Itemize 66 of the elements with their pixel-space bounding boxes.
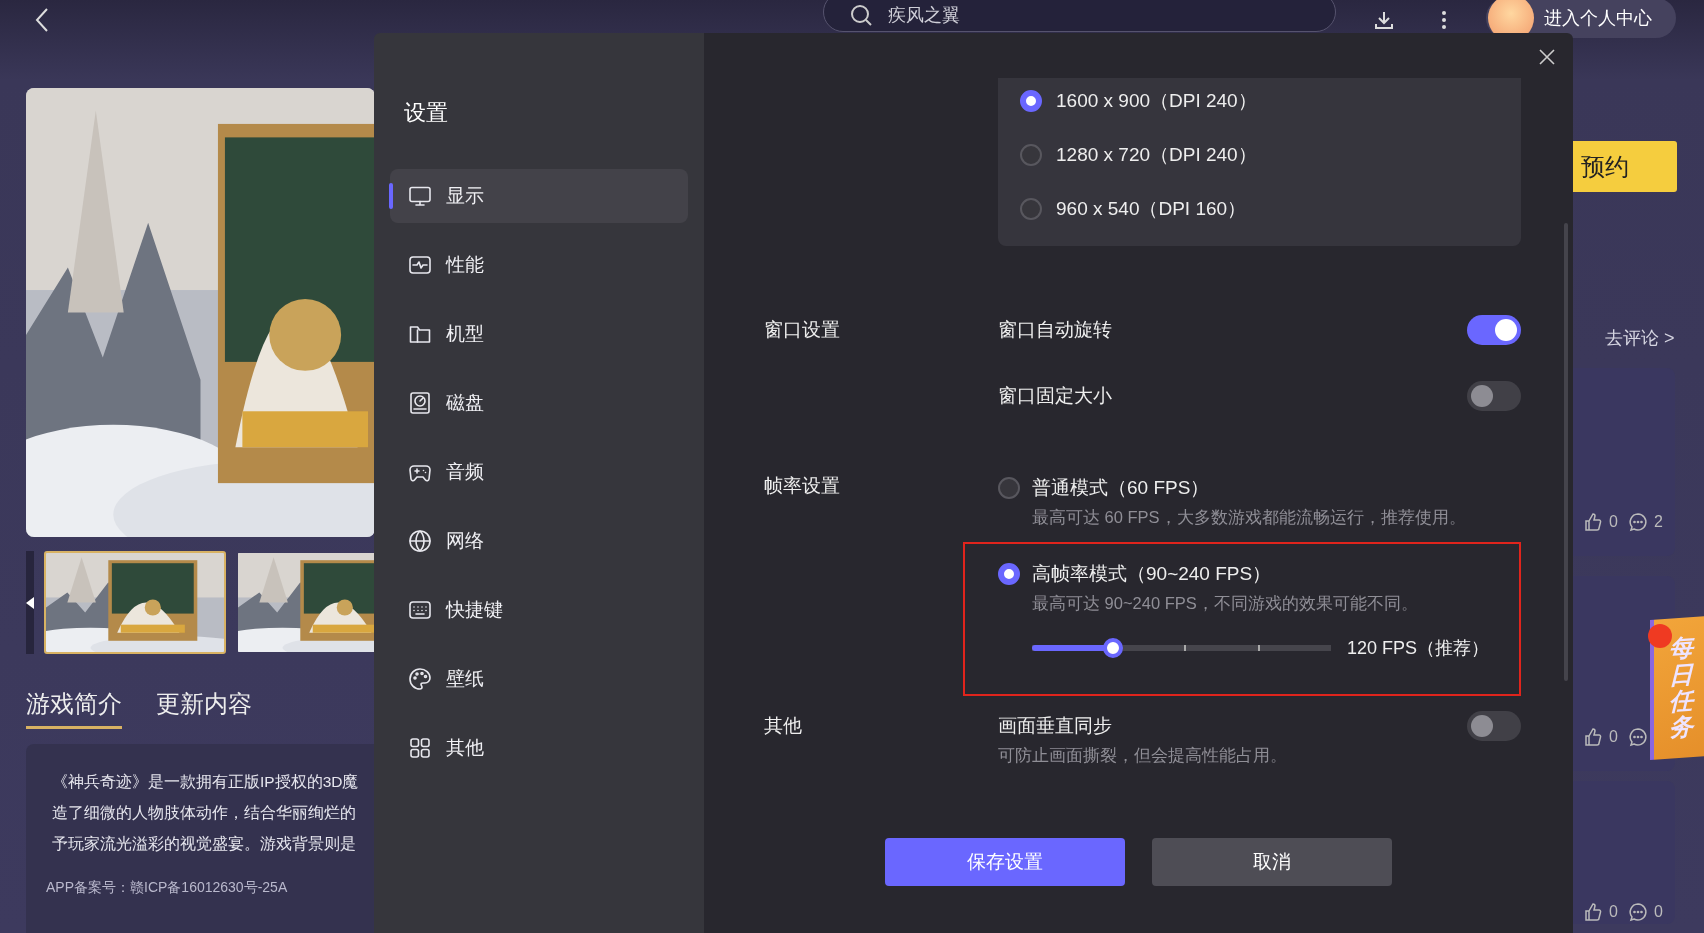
nav-item[interactable]: 网络 [390, 514, 688, 568]
pulse-icon [408, 253, 432, 277]
nav-item[interactable]: 磁盘 [390, 376, 688, 430]
tab[interactable]: 更新内容 [156, 688, 252, 729]
record-number: APP备案号：赣ICP备16012630号-25A [46, 879, 289, 897]
reserve-button[interactable]: 预约 [1573, 141, 1677, 192]
radio-button[interactable] [1020, 90, 1042, 112]
radio-button[interactable] [998, 563, 1020, 585]
like-count: 0 [1609, 903, 1618, 921]
mode-description: 最高可达 60 FPS，大多数游戏都能流畅运行，推荐使用。 [1032, 507, 1467, 528]
search-icon [849, 3, 873, 27]
resolution-label: 1280 x 720（DPI 240） [1056, 143, 1257, 167]
palette-icon [408, 667, 432, 691]
section-label: 帧率设置 [764, 474, 841, 498]
setting-description: 可防止画面撕裂，但会提高性能占用。 [998, 745, 1288, 766]
thumbs-up-icon[interactable] [1583, 902, 1603, 922]
settings-title: 设置 [404, 99, 449, 124]
comment-link[interactable]: 去评论 > [1605, 326, 1704, 348]
toggle-switch[interactable] [1467, 711, 1521, 741]
nav-item[interactable]: 快捷键 [390, 583, 688, 637]
close-icon[interactable] [1537, 47, 1557, 67]
tab[interactable]: 游戏简介 [26, 688, 122, 729]
radio-button[interactable] [1020, 144, 1042, 166]
resolution-label: 960 x 540（DPI 160） [1056, 197, 1247, 221]
profile-button[interactable]: 进入个人中心 [1486, 0, 1676, 38]
grid-icon [408, 736, 432, 760]
slider-thumb[interactable] [1102, 638, 1123, 658]
resolution-label: 1600 x 900（DPI 240） [1056, 89, 1257, 113]
nav-item[interactable]: 音频 [390, 445, 688, 499]
monitor-icon [408, 184, 432, 208]
like-count: 0 [1609, 728, 1618, 746]
description-line: 《神兵奇迹》是一款拥有正版IP授权的3D魔 [52, 772, 360, 792]
mode-label: 高帧率模式（90~240 FPS） [1032, 562, 1272, 586]
comment-icon[interactable] [1627, 902, 1648, 922]
previous-button[interactable] [26, 551, 34, 654]
section-label: 其他 [764, 714, 803, 738]
setting-label: 画面垂直同步 [998, 714, 1112, 738]
toggle-switch[interactable] [1467, 381, 1521, 411]
cancel-button[interactable]: 取消 [1152, 838, 1392, 886]
radio-button[interactable] [998, 477, 1020, 499]
nav-item[interactable]: 其他 [390, 721, 688, 775]
slider-reading: 120 FPS（推荐） [1347, 637, 1490, 660]
radio-button[interactable] [1020, 198, 1042, 220]
nav-item[interactable]: 壁纸 [390, 652, 688, 706]
nav-item[interactable]: 机型 [390, 307, 688, 361]
comment-count: 2 [1653, 513, 1663, 531]
thumbs-up-icon[interactable] [1583, 512, 1603, 532]
globe-icon [408, 529, 432, 553]
mode-description: 最高可达 90~240 FPS，不同游戏的效果可能不同。 [1032, 593, 1419, 614]
description-line: 予玩家流光溢彩的视觉盛宴。游戏背景则是 [52, 834, 357, 854]
nav-item[interactable]: 显示 [390, 169, 688, 223]
toggle-switch[interactable] [1467, 315, 1521, 345]
comment-icon[interactable] [1627, 727, 1648, 747]
setting-label: 窗口固定大小 [998, 384, 1112, 408]
like-count: 0 [1609, 513, 1618, 531]
mode-label: 普通模式（60 FPS） [1032, 476, 1210, 500]
search-field[interactable]: 疾风之翼 [823, 0, 1336, 32]
description-line: 造了细微的人物肢体动作，结合华丽绚烂的 [52, 803, 357, 823]
comment-icon[interactable] [1627, 512, 1648, 532]
thumbs-up-icon[interactable] [1583, 727, 1603, 747]
setting-label: 窗口自动旋转 [998, 318, 1112, 342]
nav-item[interactable]: 性能 [390, 238, 688, 292]
caret-icon [26, 596, 34, 609]
section-label: 窗口设置 [764, 318, 841, 342]
comment-count: 0 [1653, 903, 1663, 921]
save-button[interactable]: 保存设置 [885, 838, 1125, 886]
